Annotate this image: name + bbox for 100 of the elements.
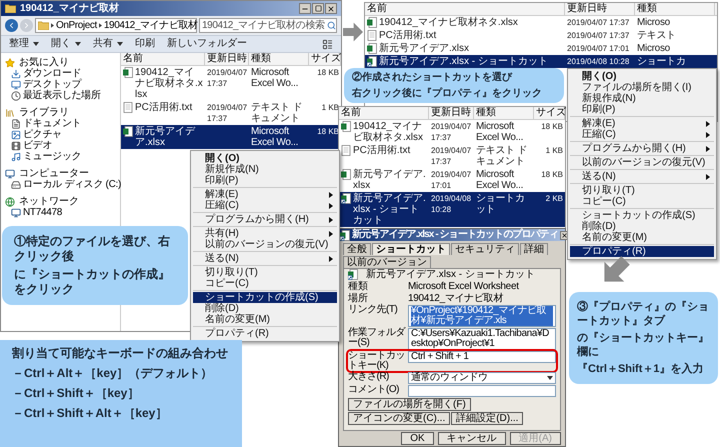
menu-item[interactable]: 送る(N) [570, 171, 714, 182]
input-field[interactable] [408, 385, 556, 397]
menu-item[interactable]: プロパティ(R) [570, 246, 714, 257]
menu-item[interactable]: 共有(H) [193, 228, 337, 239]
key-combination: －Ctrl＋Shift＋Alt＋［key］ [12, 405, 168, 421]
breadcrumb-item[interactable]: 190412_マイナビ取材 [104, 20, 198, 32]
forward-icon [22, 21, 31, 30]
modified-date: 2019/04/07 17:37 [431, 145, 472, 167]
tab[interactable]: 以前のバージョン [343, 256, 431, 268]
menu-item[interactable]: 新規作成(N) [193, 164, 337, 175]
toolbar-button[interactable]: 印刷 [135, 38, 155, 50]
menu-item[interactable]: 以前のバージョンの復元(V) [570, 157, 714, 168]
dialog-button[interactable]: 詳細設定(D)... [451, 412, 524, 425]
column-header[interactable]: 種類 [474, 107, 534, 119]
menu-item[interactable]: 開く(O) [193, 153, 337, 164]
file-size: 18 KB [317, 126, 339, 137]
nav-item[interactable]: コンピューター [1, 168, 120, 179]
column-header[interactable]: 名前 [365, 3, 565, 15]
nav-item[interactable]: お気に入り [1, 57, 120, 68]
file-size: 18 KB [317, 67, 339, 78]
tab[interactable]: 詳細 [520, 243, 548, 255]
column-header[interactable]: 更新日時 [429, 107, 474, 119]
breadcrumb-item[interactable]: OnProject [56, 20, 97, 32]
menu-item[interactable]: 削除(D) [193, 303, 337, 314]
menu-item[interactable]: 以前のバージョンの復元(V) [193, 239, 337, 250]
menu-item[interactable]: ショートカットの作成(S) [570, 210, 714, 221]
file-row[interactable]: PC活用術.txt 2019/04/07 17:37 テキスト ドキュメント 1 KB [339, 144, 565, 168]
input-field[interactable]: Ctrl + Shift + 1 [408, 351, 556, 363]
minimize-button[interactable] [299, 3, 311, 14]
column-header[interactable]: 更新日時 [205, 53, 249, 65]
menu-item[interactable]: 印刷(P) [570, 104, 714, 115]
tab[interactable]: ショートカット [372, 243, 450, 255]
menu-item[interactable]: 開く(O) [570, 71, 714, 82]
menu-item[interactable]: 名前の変更(M) [193, 314, 337, 325]
nav-item[interactable]: デスクトップ [1, 79, 120, 90]
dialog-button[interactable]: キャンセル [438, 432, 506, 445]
menu-item[interactable]: 送る(N) [193, 253, 337, 264]
submenu-arrow-icon [329, 256, 333, 262]
back-icon [7, 21, 16, 30]
toolbar-button[interactable]: 開く [51, 38, 81, 50]
menu-item[interactable]: 切り取り(T) [193, 267, 337, 278]
dialog-button[interactable]: OK [401, 432, 434, 445]
property-value: 190412_マイナビ取材 [408, 293, 504, 304]
back-button[interactable] [5, 19, 18, 32]
close-icon [327, 4, 335, 12]
menu-item[interactable]: 新規作成(N) [570, 93, 714, 104]
column-header[interactable]: 名前 [339, 107, 429, 119]
nav-item[interactable]: ローカル ディスク (C:) [1, 179, 120, 190]
nav-item[interactable]: ドキュメント [1, 118, 120, 129]
maximize-icon [314, 5, 322, 12]
file-row[interactable]: 新元号アイデア.xlsx Microsoft Excel Wo... 18 KB [121, 125, 341, 149]
file-type: Microsoft Excel Wo... [476, 169, 524, 191]
menu-item[interactable]: 名前の変更(M) [570, 232, 714, 243]
dropdown-field[interactable]: 通常のウィンドウ [408, 372, 556, 384]
file-row[interactable]: 190412_マイナビ取材ネタ.xlsx 2019/04/07 17:37 Microsoft Excel Wo... 18 KB [339, 120, 565, 144]
menu-item[interactable]: 削除(D) [570, 221, 714, 232]
menu-item[interactable]: 印刷(P) [193, 175, 337, 186]
column-header[interactable]: 名前 [121, 53, 205, 65]
toolbar-button[interactable]: 共有 [93, 38, 123, 50]
menu-item[interactable]: コピー(C) [570, 196, 714, 207]
nav-item[interactable]: ネットワーク [1, 196, 120, 207]
nav-item[interactable]: ミュージック [1, 151, 120, 162]
nav-item[interactable]: ダウンロード [1, 68, 120, 79]
file-name: 新元号アイデア.xlsx - ショートカット [379, 56, 548, 67]
address-bar[interactable]: OnProject 190412_マイナビ取材 [35, 18, 197, 33]
column-header[interactable]: サイズ [534, 107, 565, 119]
tab[interactable]: 全般 [343, 243, 371, 255]
nav-item[interactable]: ビデオ [1, 140, 120, 151]
menu-item[interactable]: 圧縮(C) [193, 200, 337, 211]
dialog-button[interactable]: アイコンの変更(C)... [348, 412, 450, 425]
menu-item[interactable]: 圧縮(C) [570, 129, 714, 140]
menu-item[interactable]: プロパティ(R) [193, 328, 337, 339]
menu-item[interactable]: プログラムから開く(H) [570, 143, 714, 154]
nav-item[interactable]: ピクチャ [1, 129, 120, 140]
callout-text: の『ショートカットキー』欄に [577, 331, 710, 359]
menu-item[interactable]: 解凍(E) [193, 189, 337, 200]
column-header[interactable]: 種類 [249, 53, 309, 65]
maximize-button[interactable] [312, 3, 324, 14]
toolbar-button[interactable]: 整理 [9, 38, 39, 50]
file-row[interactable]: 新元号アイデア.xlsx - ショートカット 2019/04/08 10:28 ショートカット 2 KB [339, 192, 565, 227]
menu-item[interactable]: コピー(C) [193, 278, 337, 289]
toolbar-button[interactable]: 新しいフォルダー [167, 38, 247, 50]
menu-item[interactable]: ファイルの場所を開く(I) [570, 82, 714, 93]
menu-item[interactable]: プログラムから開く(H) [193, 214, 337, 225]
nav-item[interactable]: 最近表示した場所 [1, 90, 120, 101]
nav-item[interactable]: ライブラリ [1, 107, 120, 118]
column-header[interactable]: サイズ [309, 53, 341, 65]
menu-item[interactable]: 切り取り(T) [570, 185, 714, 196]
nav-item[interactable]: NT74478 [1, 207, 120, 218]
menu-item[interactable]: 解凍(E) [570, 118, 714, 129]
film-icon [11, 140, 21, 150]
column-header[interactable]: 更新日時 [565, 3, 635, 15]
menu-item[interactable]: ショートカットの作成(S) [193, 292, 337, 303]
file-row[interactable]: 新元号アイデア.xlsx - ショートカット 2019/04/08 10:28 ショートカ [365, 55, 717, 68]
file-row[interactable]: PC活用術.txt 2019/04/07 17:37 テキスト ドキュメント 1 KB [121, 101, 341, 125]
close-button[interactable] [325, 3, 337, 14]
tab[interactable]: セキュリティ [451, 243, 519, 255]
modified-date: 2019/04/07 17:01 [567, 43, 630, 54]
column-header[interactable]: 種類 [635, 3, 715, 15]
dialog-button[interactable]: ファイルの場所を開く(F) [348, 398, 471, 411]
